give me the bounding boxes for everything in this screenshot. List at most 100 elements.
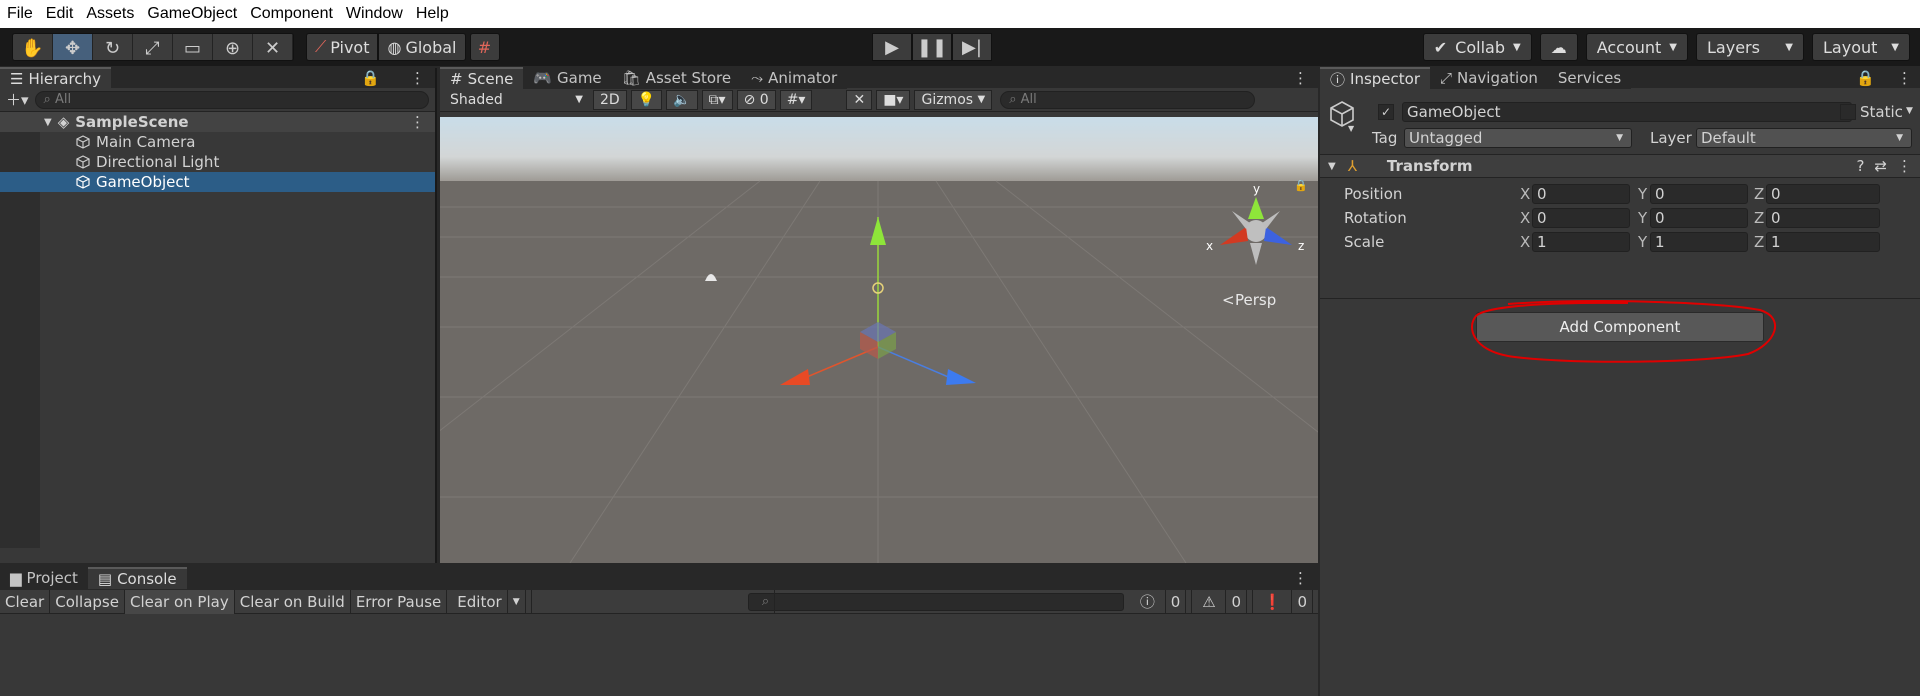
rotate-tool-icon[interactable]: ↻: [93, 34, 133, 60]
more-icon[interactable]: ⋮: [1897, 157, 1912, 175]
transform-header[interactable]: ▼ ⅄ Transform ? ⇄ ⋮: [1320, 154, 1920, 178]
axis-label-x[interactable]: X: [1520, 185, 1530, 203]
help-icon[interactable]: ?: [1856, 157, 1864, 175]
menu-file[interactable]: File: [7, 5, 33, 23]
menu-component[interactable]: Component: [250, 5, 333, 23]
clear-button[interactable]: Clear: [0, 589, 51, 614]
collapse-button[interactable]: Collapse: [50, 589, 125, 614]
transform-tool-icon[interactable]: ⊕: [213, 34, 253, 60]
add-icon[interactable]: ＋▾: [6, 89, 29, 110]
static-checkbox[interactable]: [1840, 104, 1856, 120]
info-count-button[interactable]: ⓘ 0: [1130, 589, 1193, 614]
scene-viewport[interactable]: y x z 🔒 < Persp: [440, 117, 1318, 563]
more-icon[interactable]: ⋮: [1293, 69, 1308, 87]
axis-label-y[interactable]: Y: [1638, 185, 1647, 203]
axis-label-y[interactable]: Y: [1638, 233, 1647, 251]
grid-snap-icon[interactable]: #: [469, 33, 500, 61]
pause-icon[interactable]: ❚❚: [912, 33, 952, 61]
collab-dropdown[interactable]: ✔ Collab ▼: [1422, 33, 1532, 61]
tab-asset-store[interactable]: 🛍 Asset Store: [611, 67, 742, 89]
hierarchy-search-input[interactable]: ⌕ All: [34, 90, 429, 109]
tab-animator[interactable]: ⤳ Animator: [741, 67, 848, 89]
rect-tool-icon[interactable]: ▭: [173, 34, 213, 60]
menu-help[interactable]: Help: [416, 5, 449, 23]
menu-assets[interactable]: Assets: [86, 5, 134, 23]
lock-icon[interactable]: 🔒: [361, 69, 380, 87]
clear-on-play-button[interactable]: Clear on Play: [124, 589, 235, 614]
persp-label[interactable]: Persp: [1235, 291, 1276, 309]
cloud-button[interactable]: ☁: [1539, 33, 1578, 61]
gizmos-dropdown[interactable]: Gizmos ▼: [914, 89, 993, 110]
axis-label-x[interactable]: X: [1520, 209, 1530, 227]
axis-label-y[interactable]: Y: [1638, 209, 1647, 227]
menu-gameobject[interactable]: GameObject: [147, 5, 237, 23]
audio-icon[interactable]: 🔈: [666, 89, 698, 110]
scale-tool-icon[interactable]: ⤢: [133, 34, 173, 60]
menu-edit[interactable]: Edit: [46, 5, 74, 23]
layers-dropdown[interactable]: Layers ▼: [1696, 33, 1804, 61]
name-field[interactable]: GameObject: [1402, 102, 1852, 122]
play-icon[interactable]: ▶: [872, 33, 912, 61]
error-pause-button[interactable]: Error Pause: [351, 589, 448, 614]
field-y[interactable]: 0: [1650, 208, 1748, 228]
scene-search-input[interactable]: ⌕ All: [1000, 90, 1256, 109]
preset-icon[interactable]: ⇄: [1874, 157, 1887, 175]
hierarchy-item-main-camera[interactable]: Main Camera: [0, 132, 435, 152]
hidden-objects-button[interactable]: ⊘ 0: [736, 89, 776, 110]
hand-tool-icon[interactable]: ✋: [13, 34, 53, 60]
tab-navigation[interactable]: ⤢ Navigation: [1429, 67, 1548, 89]
field-y[interactable]: 1: [1650, 232, 1748, 252]
caret-icon[interactable]: ▼: [1906, 106, 1913, 116]
axis-label-x[interactable]: X: [1520, 233, 1530, 251]
error-count-button[interactable]: ❗ 0: [1253, 589, 1318, 614]
pivot-button[interactable]: ⟋ Pivot: [306, 33, 379, 61]
caret-icon[interactable]: ▼: [1348, 124, 1354, 133]
hierarchy-item-gameobject[interactable]: GameObject: [0, 172, 435, 192]
hierarchy-item-directional-light[interactable]: Directional Light: [0, 152, 435, 172]
clear-on-build-button[interactable]: Clear on Build: [235, 589, 351, 614]
lighting-icon[interactable]: 💡: [630, 89, 663, 110]
custom-tool-icon[interactable]: ✕: [253, 34, 293, 60]
grid-toggle-icon[interactable]: #▾: [779, 89, 813, 110]
tab-scene[interactable]: # Scene: [440, 67, 524, 89]
field-z[interactable]: 0: [1766, 208, 1880, 228]
shading-dropdown[interactable]: Shaded ▼: [444, 89, 589, 110]
more-icon[interactable]: ⋮: [1897, 69, 1912, 87]
tag-dropdown[interactable]: Untagged ▼: [1404, 128, 1632, 148]
menu-window[interactable]: Window: [346, 5, 403, 23]
field-x[interactable]: 0: [1532, 184, 1630, 204]
field-z[interactable]: 0: [1766, 184, 1880, 204]
axis-label-z[interactable]: Z: [1754, 233, 1764, 251]
field-x[interactable]: 1: [1532, 232, 1630, 252]
global-button[interactable]: ◍ Global: [378, 33, 466, 61]
more-icon[interactable]: ⋮: [410, 113, 425, 131]
field-y[interactable]: 0: [1650, 184, 1748, 204]
warning-count-button[interactable]: ⚠ 0: [1192, 589, 1253, 614]
tab-game[interactable]: 🎮 Game: [523, 67, 612, 89]
axis-label-z[interactable]: Z: [1754, 185, 1764, 203]
step-icon[interactable]: ▶|: [952, 33, 992, 61]
mode-2d-button[interactable]: 2D: [593, 89, 627, 110]
field-x[interactable]: 0: [1532, 208, 1630, 228]
more-icon[interactable]: ⋮: [410, 69, 425, 87]
scene-view-canvas[interactable]: y x z 🔒 < Persp: [440, 117, 1318, 563]
lock-icon[interactable]: 🔒: [1856, 69, 1875, 87]
effects-icon[interactable]: ⧉▾: [701, 89, 733, 110]
move-tool-icon[interactable]: ✥: [53, 34, 93, 60]
axis-label-z[interactable]: Z: [1754, 209, 1764, 227]
editor-dropdown[interactable]: Editor ▼: [447, 589, 532, 614]
active-checkbox[interactable]: ✓: [1378, 104, 1394, 120]
console-search-input[interactable]: ⌕: [747, 589, 1124, 614]
layer-dropdown[interactable]: Default ▼: [1696, 128, 1912, 148]
account-dropdown[interactable]: Account ▼: [1585, 33, 1688, 61]
tab-project[interactable]: ▆ Project: [0, 567, 88, 589]
layout-dropdown[interactable]: Layout ▼: [1812, 33, 1910, 61]
camera-icon[interactable]: ■▾: [876, 89, 911, 110]
tab-console[interactable]: ▤ Console: [87, 567, 187, 589]
scene-row[interactable]: ▼ ◈ SampleScene ⋮: [0, 112, 435, 132]
tab-services[interactable]: Services: [1547, 67, 1632, 89]
tools-icon[interactable]: ✕: [846, 89, 873, 110]
field-z[interactable]: 1: [1766, 232, 1880, 252]
tab-inspector[interactable]: ⓘ Inspector: [1320, 67, 1430, 89]
more-icon[interactable]: ⋮: [1293, 569, 1308, 587]
